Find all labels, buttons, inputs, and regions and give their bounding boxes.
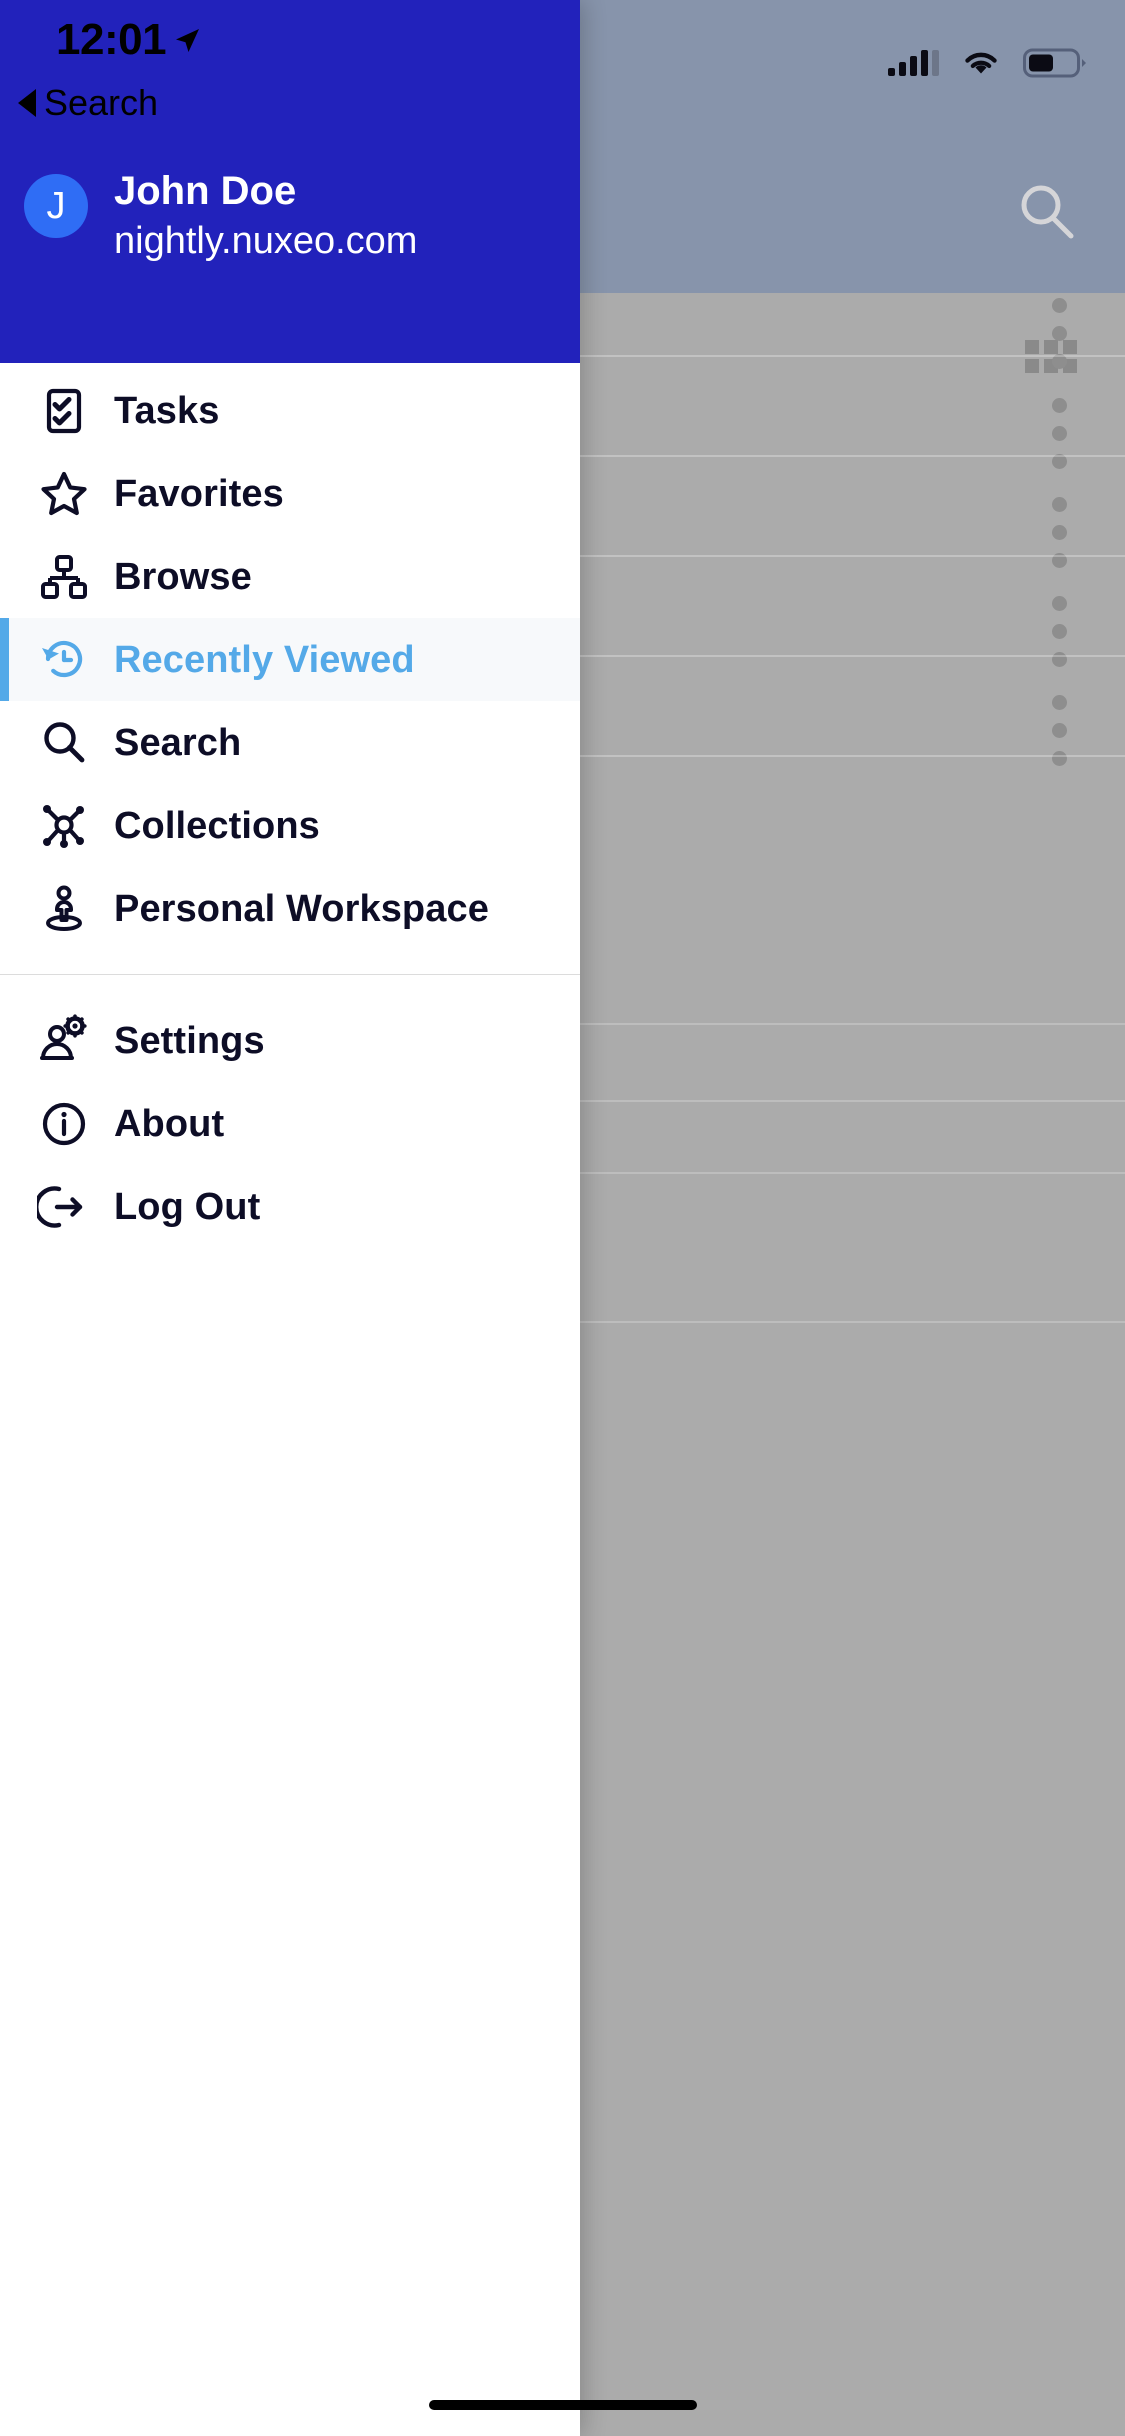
person-platform-icon: [36, 881, 92, 937]
location-arrow-icon: [176, 29, 200, 52]
search-icon[interactable]: [1013, 178, 1081, 246]
back-to-search-link[interactable]: Search: [18, 85, 158, 121]
menu-item-label: Personal Workspace: [114, 887, 489, 930]
phone-screen: J John Doe nightly.nuxeo.com Tasks Favor…: [0, 0, 1125, 2436]
menu-item-logout[interactable]: Log Out: [0, 1165, 580, 1248]
menu-item-tasks[interactable]: Tasks: [0, 369, 580, 452]
menu-item-label: About: [114, 1102, 225, 1145]
menu-item-label: Log Out: [114, 1185, 261, 1228]
menu-divider: [0, 974, 580, 975]
row-divider: [580, 655, 1125, 657]
menu-item-settings[interactable]: Settings: [0, 999, 580, 1082]
drawer-menu: Tasks Favorites Browse Recently Viewed S…: [0, 363, 580, 2436]
row-divider: [580, 555, 1125, 557]
menu-item-label: Tasks: [114, 389, 220, 432]
status-bar-left: 12:01: [56, 18, 202, 62]
menu-item-recently-viewed[interactable]: Recently Viewed: [0, 618, 580, 701]
status-time: 12:01: [56, 15, 167, 64]
more-vertical-icon[interactable]: [1052, 497, 1067, 568]
menu-item-browse[interactable]: Browse: [0, 535, 580, 618]
menu-item-label: Search: [114, 721, 242, 764]
menu-item-collections[interactable]: Collections: [0, 784, 580, 867]
menu-item-label: Collections: [114, 804, 320, 847]
menu-item-label: Favorites: [114, 472, 284, 515]
tasks-checklist-icon: [36, 383, 92, 439]
menu-item-personal-workspace[interactable]: Personal Workspace: [0, 867, 580, 950]
drawer-menu-secondary: Settings About Log Out: [0, 999, 580, 1248]
home-indicator[interactable]: [428, 2400, 697, 2410]
more-vertical-icon[interactable]: [1052, 398, 1067, 469]
navigation-drawer: J John Doe nightly.nuxeo.com Tasks Favor…: [0, 0, 580, 2436]
more-vertical-icon[interactable]: [1052, 298, 1067, 369]
history-clock-icon: [36, 632, 92, 688]
row-divider: [580, 455, 1125, 457]
account-name: John Doe: [114, 169, 297, 213]
row-divider: [580, 355, 1125, 357]
menu-item-favorites[interactable]: Favorites: [0, 452, 580, 535]
menu-item-label: Browse: [114, 555, 252, 598]
account-server-url: nightly.nuxeo.com: [114, 220, 418, 262]
status-bar-icons: [888, 48, 1087, 78]
back-label: Search: [44, 82, 159, 123]
wifi-icon: [965, 52, 997, 74]
menu-item-search[interactable]: Search: [0, 701, 580, 784]
battery-icon: [1023, 48, 1086, 78]
person-gear-icon: [36, 1013, 92, 1069]
avatar: J: [24, 174, 88, 238]
menu-item-about[interactable]: About: [0, 1082, 580, 1165]
star-icon: [36, 466, 92, 522]
cellular-signal-icon: [888, 50, 939, 76]
back-caret-icon: [18, 89, 36, 117]
hierarchy-icon: [36, 549, 92, 605]
menu-item-label: Recently Viewed: [114, 638, 415, 681]
menu-item-label: Settings: [114, 1019, 265, 1062]
info-circle-icon: [36, 1096, 92, 1152]
logout-arrow-icon: [36, 1179, 92, 1235]
account-summary[interactable]: J John Doe nightly.nuxeo.com: [24, 170, 417, 262]
row-divider: [580, 755, 1125, 757]
collections-hub-icon: [36, 798, 92, 854]
search-icon: [36, 715, 92, 771]
